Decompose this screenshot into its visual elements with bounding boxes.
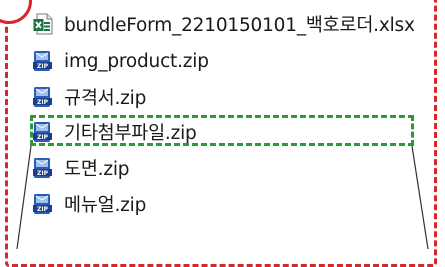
file-name: 도면.zip: [64, 159, 130, 180]
file-item-zip[interactable]: ZIP img_product.zip: [33, 47, 423, 75]
svg-text:ZIP: ZIP: [37, 99, 49, 106]
file-name: bundleForm_2210150101_백호로더.xlsx: [64, 15, 415, 36]
excel-file-icon: [33, 13, 53, 35]
file-item-zip[interactable]: ZIP 메뉴얼.zip: [33, 190, 423, 218]
svg-text:ZIP: ZIP: [37, 170, 49, 177]
annotation-badge: [0, 0, 32, 24]
file-name: img_product.zip: [64, 50, 209, 72]
svg-text:ZIP: ZIP: [37, 206, 49, 213]
zip-file-icon: ZIP: [33, 87, 52, 107]
file-name: 규격서.zip: [64, 88, 147, 109]
zip-file-icon: ZIP: [33, 194, 52, 214]
zip-file-icon: ZIP: [33, 51, 52, 71]
file-item-zip[interactable]: ZIP 규격서.zip: [33, 83, 423, 111]
file-name: 메뉴얼.zip: [64, 195, 147, 216]
zip-file-icon: ZIP: [33, 158, 52, 178]
file-item-zip[interactable]: ZIP 도면.zip: [33, 154, 423, 182]
svg-text:ZIP: ZIP: [37, 63, 49, 70]
file-item-xlsx[interactable]: bundleForm_2210150101_백호로더.xlsx: [33, 10, 423, 38]
highlight-box: [30, 115, 414, 146]
